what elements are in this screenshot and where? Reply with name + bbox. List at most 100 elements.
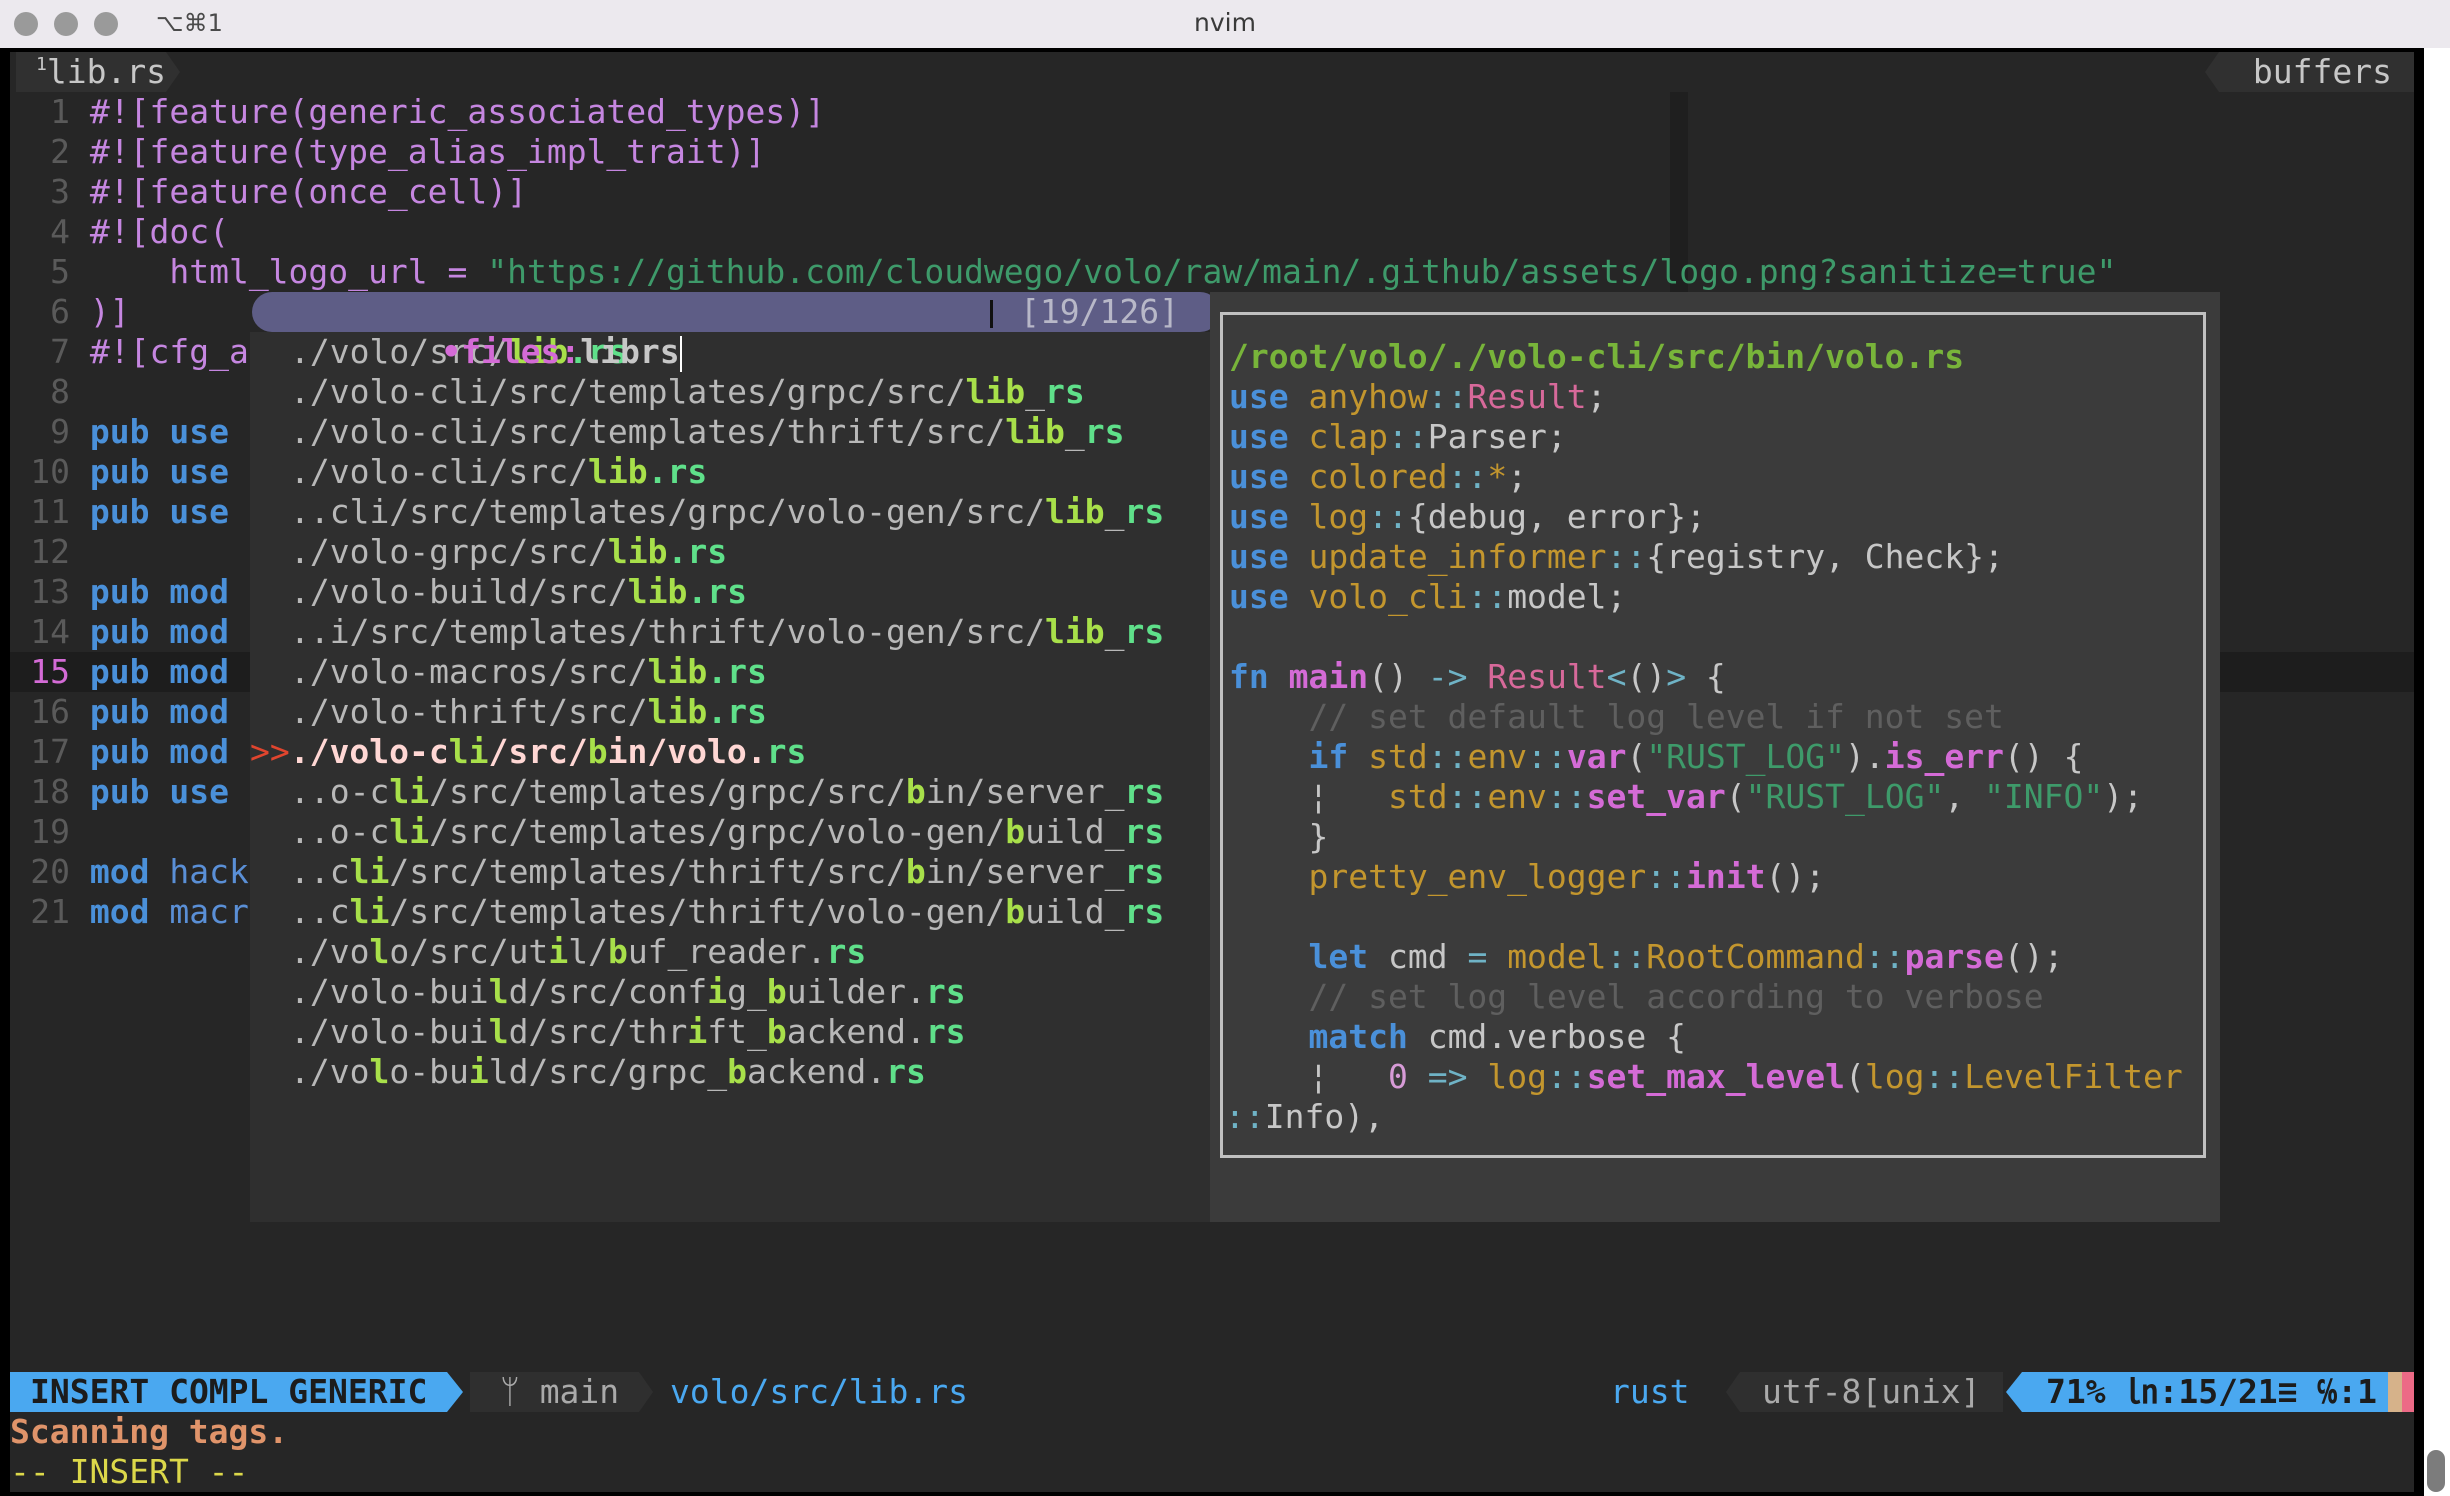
- path-segment: in/volo.: [607, 732, 767, 771]
- code-token: ::: [1368, 497, 1408, 536]
- nvim-screen[interactable]: 1lib.rs buffers 1 #![feature(generic_ass…: [10, 52, 2414, 1492]
- statusline-end-accent: [2402, 1372, 2414, 1412]
- path-segment: ./volo-bui: [290, 972, 489, 1011]
- picker-item[interactable]: ./volo-cli/src/templates/thrift/src/lib_…: [290, 412, 1124, 452]
- path-segment: rs: [1124, 852, 1165, 891]
- path-segment: ..o-c: [290, 812, 390, 851]
- code-token: cmd.verbose {: [1407, 1017, 1686, 1056]
- code-token: #![feature(type_alias_impl_trait)]: [89, 132, 766, 171]
- picker-item[interactable]: ./volo-build/src/config_builder.rs: [290, 972, 966, 1012]
- path-segment: in/server_: [925, 852, 1125, 891]
- path-segment: li: [349, 852, 390, 891]
- picker-prompt[interactable]: •files:librs [19/126]: [252, 292, 1220, 372]
- code-token: clap: [1308, 417, 1388, 456]
- picker-item[interactable]: ..cli/src/templates/thrift/src/bin/serve…: [290, 852, 1164, 892]
- path-segment: uilder.: [786, 972, 926, 1011]
- code-token: log: [1487, 1057, 1547, 1096]
- scrollbar-thumb[interactable]: [2427, 1450, 2445, 1492]
- preview-line: use colored::*;: [1229, 457, 1527, 497]
- picker-item[interactable]: ..o-cli/src/templates/grpc/src/bin/serve…: [290, 772, 1164, 812]
- picker-item[interactable]: ./volo-build/src/thrift_backend.rs: [290, 1012, 966, 1052]
- file-encoding: utf-8[unix]: [1726, 1372, 2003, 1412]
- editor-line: 14 pub mod: [10, 612, 229, 652]
- path-segment: uf_reader.: [627, 932, 827, 971]
- path-segment: ./vo: [290, 1052, 370, 1091]
- code-token: hack: [149, 852, 249, 891]
- path-segment: b: [1005, 812, 1026, 851]
- editor-line: 12: [10, 532, 90, 572]
- picker-item[interactable]: ./volo-cli/src/templates/grpc/src/lib_rs: [290, 372, 1085, 412]
- code-token: pub use: [89, 492, 229, 531]
- picker-results-list[interactable]: ./volo/src/lib.rs ./volo-cli/src/template…: [250, 332, 1220, 1222]
- path-segment: .rs: [707, 692, 767, 731]
- editor-line: 20 mod hack: [10, 852, 249, 892]
- code-token: pub use: [89, 772, 229, 811]
- editor-line: 8: [10, 372, 90, 412]
- picker-item[interactable]: ..cli/src/templates/thrift/volo-gen/buil…: [290, 892, 1164, 932]
- preview-line: }: [1229, 817, 1328, 857]
- code-token: "RUST_LOG": [1646, 737, 1845, 776]
- path-segment: rs: [1124, 612, 1165, 651]
- path-segment: ..cli/src/templates/grpc/volo-gen/src/: [290, 492, 1045, 531]
- code-token: (: [1844, 1057, 1865, 1096]
- editor-line: 2 #![feature(type_alias_impl_trait)]: [10, 132, 765, 172]
- picker-item[interactable]: ./volo-build/src/lib.rs: [290, 572, 747, 612]
- cursor-position: 71% ㏑:15/21≡ ℅:1: [2005, 1372, 2398, 1412]
- line-number: 9: [50, 412, 70, 451]
- path-segment: b: [607, 932, 628, 971]
- path-segment: ./volo-cli/src/templates/thrift/src/: [290, 412, 1006, 451]
- code-token: (: [1626, 737, 1647, 776]
- picker-query-input[interactable]: librs: [580, 332, 679, 371]
- picker-item[interactable]: ./volo-build/src/grpc_backend.rs: [290, 1052, 926, 1092]
- path-segment: ./volo-grpc/src/: [290, 532, 608, 571]
- tab-lib-rs[interactable]: 1lib.rs: [16, 52, 180, 92]
- code-token: ::: [1646, 857, 1686, 896]
- line-number: 14: [30, 612, 70, 651]
- picker-count: [19/126]: [1020, 292, 1179, 331]
- selection-marker: >>: [250, 732, 290, 771]
- mode-message: -- INSERT --: [10, 1452, 249, 1491]
- line-number: 13: [30, 572, 70, 611]
- path-segment: in/server_: [925, 772, 1125, 811]
- path-segment: /src/: [488, 732, 588, 771]
- code-token: >: [1666, 657, 1687, 696]
- path-segment: .rs: [647, 452, 708, 491]
- path-segment: b: [1005, 892, 1026, 931]
- path-segment: ./volo-thrift/src/: [290, 692, 648, 731]
- path-segment: /src/templates/grpc/volo-gen/: [429, 812, 1006, 851]
- preview-line: // set log level according to verbose: [1229, 977, 2043, 1017]
- path-segment: /src/templates/thrift/src/: [389, 852, 906, 891]
- path-segment: lib: [965, 372, 1026, 411]
- code-token: (): [1368, 657, 1428, 696]
- code-token: ::: [1447, 777, 1488, 816]
- picker-item[interactable]: ./volo-thrift/src/lib.rs: [290, 692, 767, 732]
- picker-item[interactable]: ..o-cli/src/templates/grpc/volo-gen/buil…: [290, 812, 1164, 852]
- scrollbar-track[interactable]: [2424, 48, 2450, 1496]
- branch-name: main: [539, 1372, 620, 1411]
- code-token: ::: [1427, 737, 1468, 776]
- path-segment: lib: [647, 692, 708, 731]
- code-token: ->: [1427, 657, 1468, 696]
- code-token: cmd: [1368, 937, 1468, 976]
- line-number: 7: [50, 332, 70, 371]
- picker-item[interactable]: ..cli/src/templates/grpc/volo-gen/src/li…: [290, 492, 1164, 532]
- picker-item[interactable]: ./volo/src/util/buf_reader.rs: [290, 932, 866, 972]
- picker-item[interactable]: ./volo-grpc/src/lib.rs: [290, 532, 727, 572]
- preview-line: use update_informer::{registry, Check};: [1229, 537, 2004, 577]
- path-segment: i: [707, 972, 728, 1011]
- picker-item-selected[interactable]: >>./volo-cli/src/bin/volo.rs: [250, 732, 806, 772]
- code-token: let: [1308, 937, 1369, 976]
- code-token: set_max_level: [1586, 1057, 1845, 1096]
- path-segment: l: [369, 1052, 390, 1091]
- picker-item[interactable]: ./volo-cli/src/lib.rs: [290, 452, 707, 492]
- preview-line: ::Info),: [1225, 1097, 1384, 1137]
- preview-line: /root/volo/./volo-cli/src/bin/volo.rs: [1229, 337, 1964, 377]
- editor-line: 4 #![doc(: [10, 212, 229, 252]
- picker-item[interactable]: ..i/src/templates/thrift/volo-gen/src/li…: [290, 612, 1164, 652]
- picker-item[interactable]: ./volo-macros/src/lib.rs: [290, 652, 767, 692]
- line-number: 1: [50, 92, 70, 131]
